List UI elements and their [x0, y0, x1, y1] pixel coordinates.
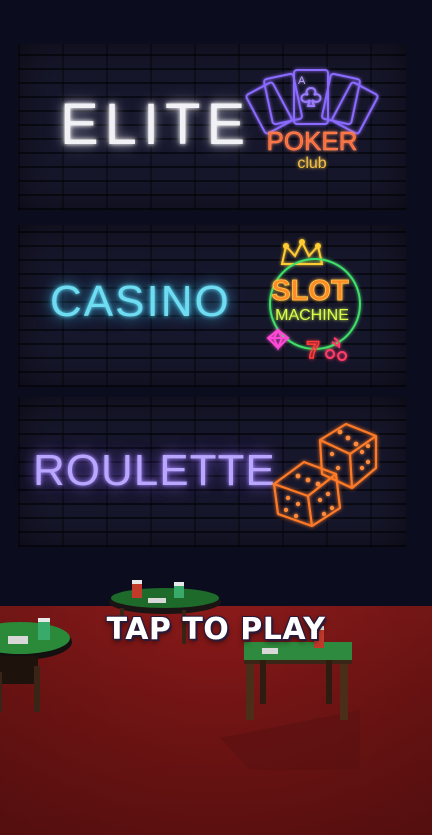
- machine-word: MACHINE: [275, 307, 349, 324]
- poker-card-letter: A: [298, 75, 306, 87]
- poker-word: POKER: [266, 126, 357, 156]
- dice-sign: [272, 422, 378, 528]
- club-word: club: [297, 155, 326, 172]
- roulette-sign: ROULETTE: [33, 446, 276, 495]
- casino-tables: [0, 580, 360, 770]
- slot-machine-sign: SLOT MACHINE 7: [266, 239, 361, 365]
- poker-club-sign: A POKER club: [245, 69, 379, 172]
- elite-sign: ELITE: [60, 92, 252, 157]
- game-scene[interactable]: ELITE CASINO ROULETTE A POKER club SLOT …: [0, 0, 432, 835]
- tap-to-play-prompt[interactable]: TAP TO PLAY: [0, 612, 432, 647]
- casino-sign: CASINO: [50, 277, 231, 326]
- seven-symbol: 7: [306, 337, 319, 364]
- slot-word: SLOT: [271, 275, 349, 307]
- card-table-right: [220, 626, 360, 770]
